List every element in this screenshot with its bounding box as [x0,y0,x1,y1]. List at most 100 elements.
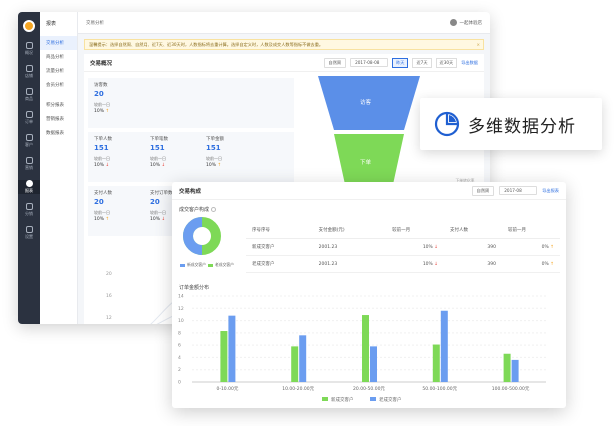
metric-order-count: 下单笔数 151 较前一日 10% ↓ [150,137,168,168]
y-tick-label: 10 [178,318,184,324]
rail-item-goods[interactable]: 商品 [18,88,40,102]
metric-row-visitors: 访客数 20 较前一日 10% ↑ [88,78,294,128]
table-row: 老成交客户 2001.23 10% ↓ 390 0% ↑ [246,255,560,273]
pie-chart-icon [434,111,460,137]
composition-table: 序号序号 支付金额(元) 较前一月 支付人数 较前一月 新成交客户 2001.2… [246,222,560,273]
rail-item-shop[interactable]: 店铺 [18,65,40,79]
bar-chart-svg: 0 2 4 6 8 10 12 14 0-10.00元 10.00-20.00元 20.00-50.… [178,294,546,403]
chart-title: 订单金额分布 [179,285,210,291]
arrow-down-icon: ↓ [434,244,439,250]
date-picker[interactable]: 2017-08-08 [350,58,389,67]
col-people-change: 较前一月 [502,222,560,239]
y-tick-label: 6 [178,343,181,349]
y-tick-label: 8 [178,330,181,336]
legend-swatch [370,397,376,401]
customer-donut [183,217,221,255]
rail-item-marketing[interactable]: 营销 [18,157,40,171]
icon-rail: 概况 店铺 商品 订单 客户 营销 报表 分销 设置 [18,12,40,324]
bar-old-2 [370,346,377,382]
col-people: 支付人数 [444,222,502,239]
rail-item-customers[interactable]: 客户 [18,134,40,148]
pie-icon [25,180,33,187]
badge-text: 多维数据分析 [468,116,576,137]
subnav-item-promo[interactable]: 营销报表 [40,112,77,126]
export-report-link[interactable]: 导出报表 [542,188,559,194]
y-tick-label: 4 [178,355,181,361]
range-7d[interactable]: 近7天 [412,57,432,68]
rail-item-orders[interactable]: 订单 [18,111,40,125]
arrow-up-icon: ↑ [105,217,110,222]
funnel-label-orders: 下单 [360,160,372,166]
y-tick-label: 12 [178,306,184,312]
bar-new-4 [503,353,511,382]
bar-old-3 [440,310,448,382]
y-tick-label: 0 [178,380,181,386]
rail-item-distribution[interactable]: 分销 [18,203,40,217]
subnav-title: 报表 [46,21,57,27]
subnav-item-data[interactable]: 数据报表 [40,126,77,140]
col-name: 序号序号 [246,222,313,239]
tip-text: 温馨提示：选择自然周、自然月、近7天、近30天时，人数指标将去重计算。选择自定义… [89,42,324,47]
gear-icon [25,226,33,233]
feature-badge: 多维数据分析 [420,98,602,150]
tip-banner: 温馨提示：选择自然周、自然月、近7天、近30天时，人数指标将去重计算。选择自定义… [84,39,484,50]
box-icon [25,88,33,95]
legend-swatch [322,397,328,401]
x-tick-label: 100.00-500.00元 [492,386,530,392]
store-icon [25,65,33,72]
x-tick-label: 20.00-50.00元 [353,386,385,392]
subnav-item-trade[interactable]: 交易分析 [40,36,77,50]
report-subnav: 报表 交易分析 商品分析 流量分析 会员分析 积分报表 营销报表 数据报表 [40,12,78,324]
subnav-item-traffic[interactable]: 流量分析 [40,64,77,78]
export-link[interactable]: 导出数据 [461,60,478,66]
x-tick-label: 50.00-100.00元 [422,386,457,392]
subnav-item-member[interactable]: 会员分析 [40,78,77,92]
home-icon [25,42,33,49]
metric-order-amount: 下单金额 151 较前一日 10% ↑ [206,137,224,168]
col-amount: 支付金额(元) [312,222,387,239]
donut-legend-old: 老成交客户 [208,262,234,268]
bar-new-2 [362,315,369,382]
order-icon [25,111,33,118]
front-period-select[interactable]: 自然周 [471,185,495,196]
rail-item-overview[interactable]: 概况 [18,42,40,56]
range-yesterday[interactable]: 昨天 [392,57,409,68]
donut-legend-new: 新成交客户 [180,262,206,268]
period-select[interactable]: 自然周 [323,57,347,68]
bar-old-4 [511,359,519,382]
legend-label: 新成交客户 [331,396,354,403]
rail-item-reports[interactable]: 报表 [18,180,40,194]
top-bar: 交易分析 一起体验店 [78,12,490,34]
arrow-up-icon: ↑ [105,109,110,114]
rail-item-settings[interactable]: 设置 [18,226,40,240]
bar-new-0 [220,331,228,382]
metric-pay-users: 支付人数 20 较前一日 10% ↑ [94,191,112,222]
metric-row-orders: 下单人数 151 较前一日 10% ↓ 下单笔数 151 较前一日 10% ↓ … [88,132,294,182]
subnav-item-goods[interactable]: 商品分析 [40,50,77,64]
metric-order-users: 下单人数 151 较前一日 10% ↓ [94,137,112,168]
app-logo [23,20,35,32]
breadcrumb: 交易分析 [86,20,104,26]
arrow-down-icon: ↓ [161,217,166,222]
help-icon[interactable] [211,207,217,212]
avatar [449,19,457,26]
composition-title: 交易构成 [179,188,202,195]
donut-title: 成交客户构成 [179,206,217,213]
y-tick-label: 2 [178,367,181,373]
arrow-down-icon: ↓ [434,261,439,267]
arrow-down-icon: ↓ [161,163,166,168]
arrow-up-icon: ↑ [217,163,222,168]
arrow-up-icon: ↑ [550,244,554,250]
arrow-up-icon: ↑ [550,261,554,267]
x-tick-label: 0-10.00元 [216,386,238,392]
y-tick-label: 14 [178,294,184,300]
user-menu[interactable]: 一起体验店 [449,19,482,26]
arrow-down-icon: ↓ [105,163,110,168]
panel-title: 交易概况 [90,60,113,67]
legend-label: 老成交客户 [379,396,402,403]
front-date-picker[interactable]: 2017-08 [499,186,538,195]
subnav-item-points[interactable]: 积分报表 [40,98,77,112]
close-icon[interactable]: × [476,42,480,47]
range-30d[interactable]: 近30天 [435,57,458,68]
x-tick-label: 10.00-20.00元 [282,386,314,392]
